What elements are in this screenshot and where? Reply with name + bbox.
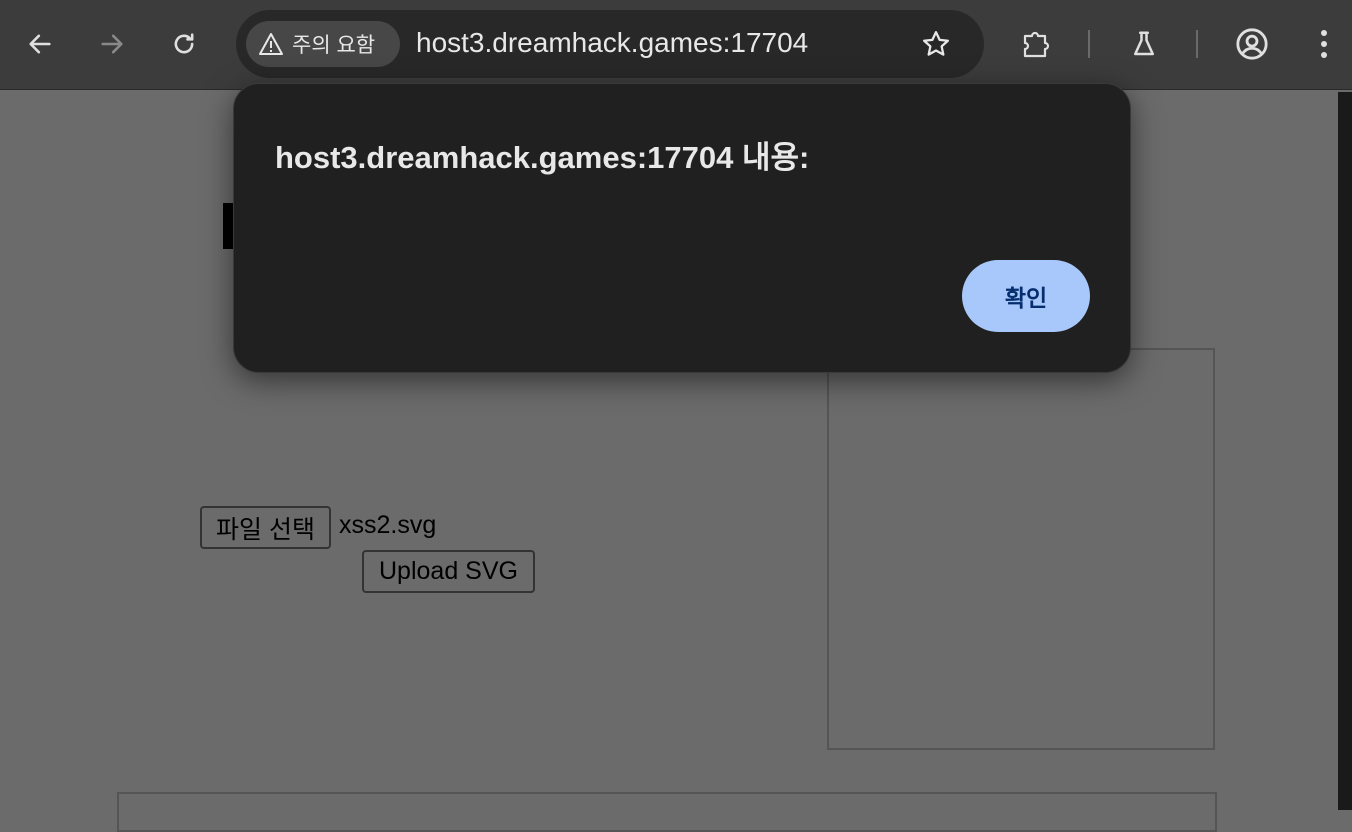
page-dark-block [223,203,233,249]
upload-svg-button[interactable]: Upload SVG [362,550,535,593]
output-frame [117,792,1217,832]
forward-arrow-icon [101,34,123,54]
choose-file-button[interactable]: 파일 선택 [200,506,331,549]
kebab-menu-icon [1321,30,1327,58]
url-text[interactable]: host3.dreamhack.games:17704 [416,27,808,59]
back-arrow-icon [29,34,51,54]
extensions-button[interactable] [1012,20,1060,68]
svg-preview-frame [827,348,1215,750]
forward-button[interactable] [88,20,136,68]
dialog-title: host3.dreamhack.games:17704 내용: [275,140,810,175]
toolbar-divider [1196,30,1198,58]
selected-file-name: xss2.svg [339,511,437,539]
bookmark-star-button[interactable] [916,24,956,64]
alert-dialog: host3.dreamhack.games:17704 내용: 확인 [233,83,1131,373]
warning-icon [259,33,283,55]
labs-button[interactable] [1120,20,1168,68]
star-icon [923,31,949,56]
reload-icon [174,33,194,54]
address-bar[interactable]: 주의 요함 host3.dreamhack.games:17704 [236,10,984,78]
profile-button[interactable] [1228,20,1276,68]
page-scrollbar[interactable] [1338,92,1352,810]
security-chip[interactable]: 주의 요함 [246,21,400,67]
reload-button[interactable] [160,20,208,68]
profile-icon [1236,28,1268,60]
toolbar-divider [1088,30,1090,58]
labs-flask-icon [1134,31,1154,56]
security-label: 주의 요함 [292,34,376,57]
back-button[interactable] [16,20,64,68]
menu-button[interactable] [1300,20,1348,68]
extensions-icon [1023,31,1050,58]
browser-toolbar: 주의 요함 host3.dreamhack.games:17704 [0,0,1352,90]
ok-button[interactable]: 확인 [962,260,1090,332]
